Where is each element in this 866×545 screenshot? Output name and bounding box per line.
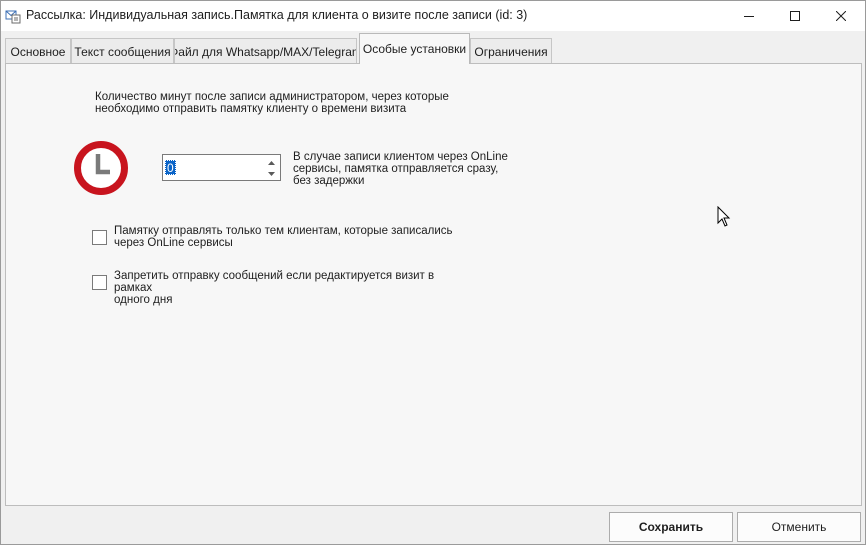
online-only-option[interactable]: Памятку отправлять только тем клиентам, … [92,225,492,253]
minimize-button[interactable] [726,1,772,31]
same-day-edit-checkbox[interactable] [92,275,107,290]
save-button[interactable]: Сохранить [609,512,733,542]
online-only-checkbox[interactable] [92,230,107,245]
cancel-button[interactable]: Отменить [737,512,861,542]
tab-strip: Основное Текст сообщения Файл для Whatsa… [5,33,861,64]
maximize-icon [790,11,800,21]
tab-messenger-file[interactable]: Файл для Whatsapp/MAX/Telegram [174,38,357,64]
minutes-value[interactable]: 0 [165,160,176,175]
tab-message-text[interactable]: Текст сообщения [71,38,174,64]
online-only-label[interactable]: Памятку отправлять только тем клиентам, … [114,225,474,249]
title-bar[interactable]: Рассылка: Индивидуальная запись.Памятка … [1,1,865,31]
tab-restrictions[interactable]: Ограничения [470,38,552,64]
close-icon [836,11,846,21]
tab-special-settings[interactable]: Особые установки [359,33,470,64]
close-button[interactable] [818,1,864,31]
dialog-window: Рассылка: Индивидуальная запись.Памятка … [0,0,866,545]
tab-main[interactable]: Основное [5,38,71,64]
window-title: Рассылка: Индивидуальная запись.Памятка … [26,8,528,22]
same-day-edit-option[interactable]: Запретить отправку сообщений если редакт… [92,270,492,306]
maximize-button[interactable] [772,1,818,31]
online-note: В случае записи клиентом через OnLine се… [293,151,508,187]
minutes-description: Количество минут после записи администра… [95,91,449,115]
mail-document-icon [5,8,21,24]
same-day-edit-label[interactable]: Запретить отправку сообщений если редакт… [114,270,474,306]
spin-down-icon[interactable] [265,168,278,179]
mouse-cursor-icon [717,205,731,228]
minimize-icon [744,11,754,21]
spin-up-icon[interactable] [265,157,278,168]
clock-icon [73,140,129,196]
minutes-spin-edit[interactable]: 0 [162,154,281,181]
